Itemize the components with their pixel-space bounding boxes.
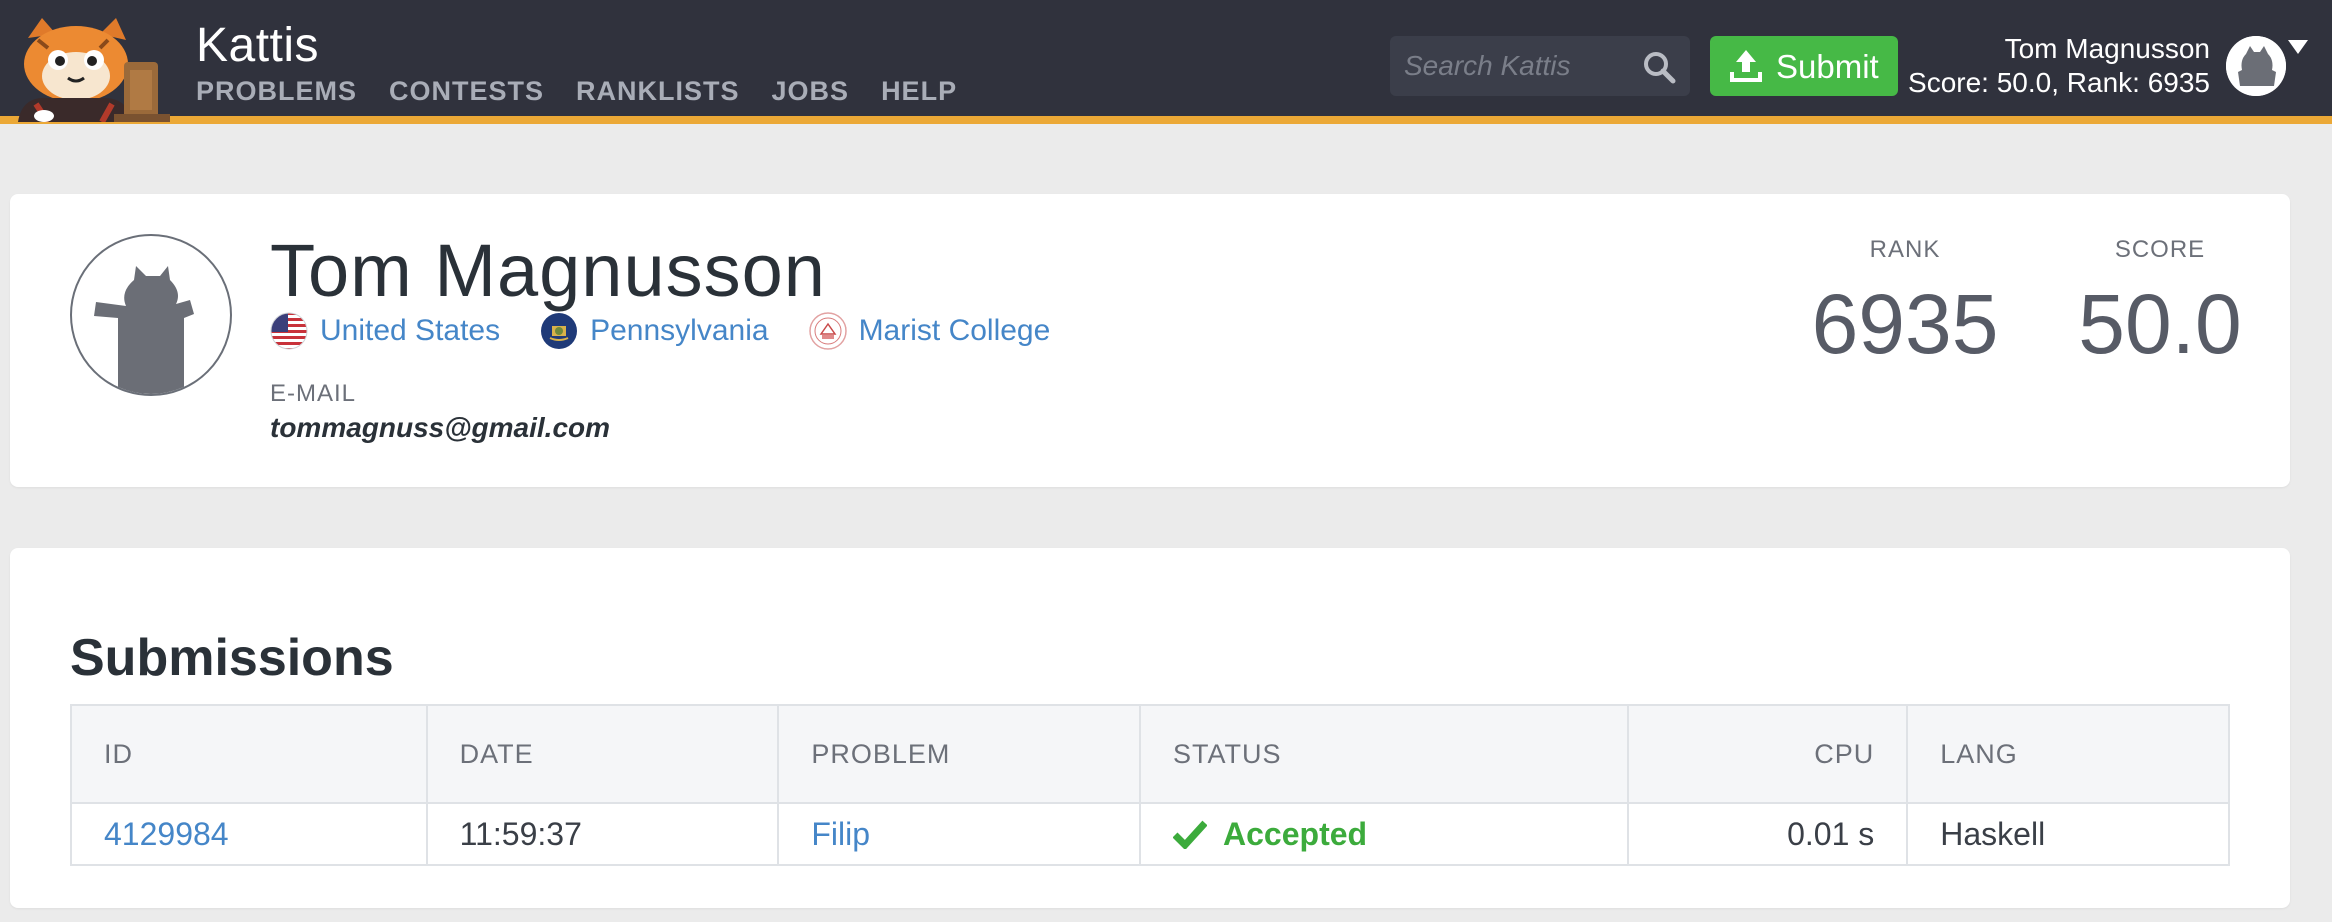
submit-button[interactable]: Submit xyxy=(1710,36,1898,96)
problem-link[interactable]: Filip xyxy=(811,816,870,852)
search-icon[interactable] xyxy=(1642,50,1676,84)
affiliations: United States Pennsylvania Marist Colleg… xyxy=(270,312,1050,350)
us-flag-icon xyxy=(270,312,308,350)
nav-problems[interactable]: PROBLEMS xyxy=(196,76,357,107)
affiliation-state-label: Pennsylvania xyxy=(590,314,769,347)
kattis-logo-icon[interactable] xyxy=(8,18,174,122)
rank-value: 6935 xyxy=(1811,277,1999,371)
affiliation-country-label: United States xyxy=(320,314,501,347)
user-name: Tom Magnusson xyxy=(2004,33,2210,64)
column-header-id[interactable]: ID xyxy=(70,704,428,804)
top-navbar: Kattis PROBLEMS CONTESTS RANKLISTS JOBS … xyxy=(0,0,2332,124)
profile-name: Tom Magnusson xyxy=(270,229,826,312)
submissions-card: Submissions ID DATE PROBLEM STATUS CPU L… xyxy=(10,548,2290,908)
user-avatar[interactable] xyxy=(2226,36,2286,96)
column-header-status[interactable]: STATUS xyxy=(1139,704,1629,804)
column-header-date[interactable]: DATE xyxy=(425,704,780,804)
search-box xyxy=(1390,36,1690,96)
status-label: Accepted xyxy=(1223,815,1368,852)
nav-ranklists[interactable]: RANKLISTS xyxy=(576,76,740,107)
main-nav: PROBLEMS CONTESTS RANKLISTS JOBS HELP xyxy=(196,76,957,107)
nav-jobs[interactable]: JOBS xyxy=(772,76,850,107)
upload-icon xyxy=(1730,50,1762,82)
score-label: SCORE xyxy=(2114,236,2206,263)
nav-contests[interactable]: CONTESTS xyxy=(389,76,544,107)
submission-lang-cell: Haskell xyxy=(1906,802,2230,866)
submission-problem-cell: Filip xyxy=(777,802,1142,866)
chevron-down-icon[interactable] xyxy=(2288,40,2308,54)
profile-card: Tom Magnusson United States Pennsylvania… xyxy=(10,194,2290,487)
profile-avatar xyxy=(70,234,232,396)
brand-title[interactable]: Kattis xyxy=(196,18,319,73)
affiliation-school[interactable]: Marist College xyxy=(808,312,1051,350)
user-score-rank: Score: 50.0, Rank: 6935 xyxy=(1908,67,2210,98)
email-label: E-MAIL xyxy=(270,380,357,407)
affiliation-school-label: Marist College xyxy=(858,314,1051,347)
status-accepted: Accepted xyxy=(1173,816,1627,853)
submissions-table: ID DATE PROBLEM STATUS CPU LANG 4129984 … xyxy=(70,704,2230,866)
column-header-lang[interactable]: LANG xyxy=(1906,704,2230,804)
affiliation-country[interactable]: United States xyxy=(270,312,500,350)
submission-date-cell: 11:59:37 xyxy=(425,802,780,866)
submission-status-cell: Accepted xyxy=(1139,802,1629,866)
rank-label: RANK xyxy=(1869,236,1941,263)
checkmark-icon xyxy=(1173,820,1208,849)
cat-avatar-icon xyxy=(2226,36,2286,96)
score-value: 50.0 xyxy=(2078,277,2242,371)
submission-cpu-cell: 0.01 s xyxy=(1626,802,1909,866)
submission-id-link[interactable]: 4129984 xyxy=(104,816,229,852)
pennsylvania-flag-icon xyxy=(541,313,578,349)
affiliation-state[interactable]: Pennsylvania xyxy=(540,312,769,350)
email-value: tommagnuss@gmail.com xyxy=(270,412,611,443)
rank-stat: RANK 6935 xyxy=(1800,236,2010,373)
submissions-title: Submissions xyxy=(70,629,394,687)
table-row: 4129984 11:59:37 Filip Accepted 0.01 s H… xyxy=(70,802,2230,866)
cat-avatar-icon xyxy=(94,266,194,394)
column-header-cpu[interactable]: CPU xyxy=(1626,704,1909,804)
nav-help[interactable]: HELP xyxy=(881,76,957,107)
search-input[interactable] xyxy=(1404,36,1634,96)
score-stat: SCORE 50.0 xyxy=(2060,236,2260,373)
submit-label: Submit xyxy=(1776,48,1879,85)
marist-college-seal-icon xyxy=(808,312,847,350)
table-header-row: ID DATE PROBLEM STATUS CPU LANG xyxy=(70,704,2230,804)
column-header-problem[interactable]: PROBLEM xyxy=(777,704,1142,804)
submission-id-cell: 4129984 xyxy=(70,802,428,866)
user-info[interactable]: Tom Magnusson Score: 50.0, Rank: 6935 xyxy=(1908,32,2210,100)
